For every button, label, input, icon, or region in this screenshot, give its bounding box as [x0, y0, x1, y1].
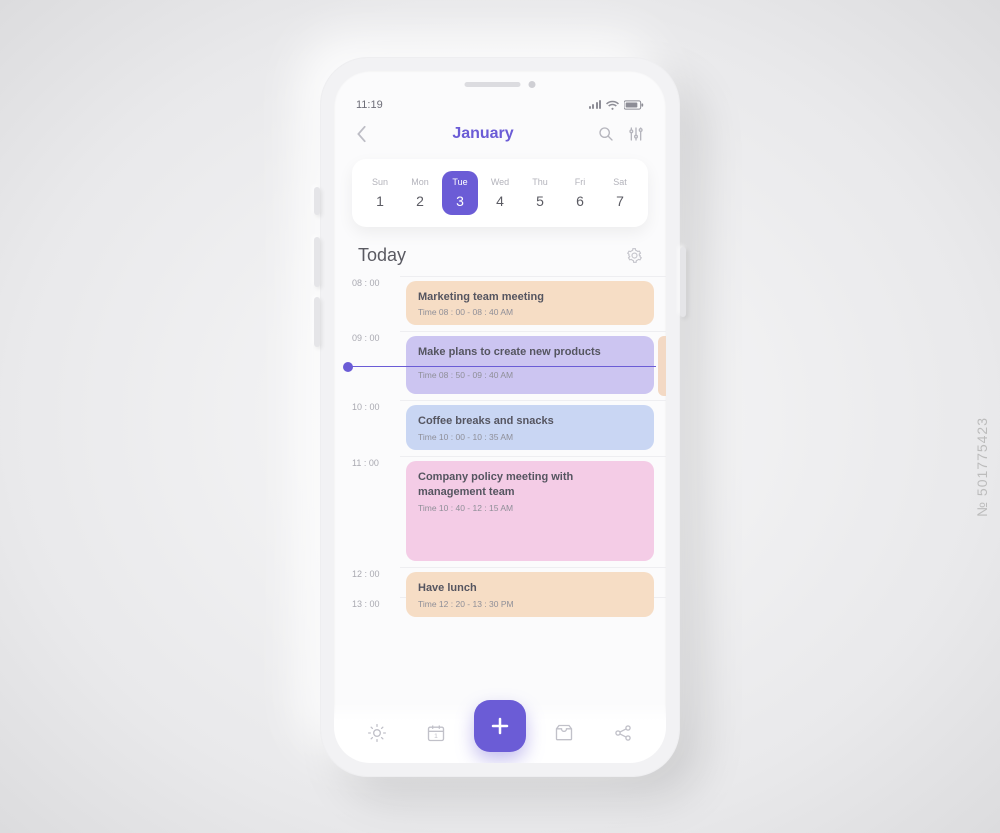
phone-volume-up	[314, 237, 320, 287]
time-label: 09 : 00	[352, 331, 400, 343]
battery-icon	[624, 100, 644, 110]
time-label: 11 : 00	[352, 456, 400, 468]
settings-button[interactable]	[627, 248, 642, 263]
section-header: Today	[334, 241, 666, 276]
wifi-icon	[606, 100, 619, 110]
section-title: Today	[358, 245, 406, 266]
front-camera	[529, 81, 536, 88]
nav-share-button[interactable]	[603, 723, 643, 743]
time-label: 08 : 00	[352, 276, 400, 288]
phone-mute-switch	[314, 187, 320, 215]
app-header: January	[334, 115, 666, 155]
current-time-indicator	[348, 366, 656, 368]
filter-button[interactable]	[628, 126, 644, 142]
event-time: Time 10 : 00 - 10 : 35 AM	[418, 432, 642, 442]
search-button[interactable]	[598, 126, 614, 142]
phone-power-button	[680, 247, 686, 317]
phone-volume-down	[314, 297, 320, 347]
month-title[interactable]: January	[452, 125, 513, 143]
event-title: Company policy meeting with management t…	[418, 470, 642, 500]
day-tue-selected[interactable]: Tue3	[442, 171, 478, 215]
time-label: 10 : 00	[352, 400, 400, 412]
day-sun[interactable]: Sun1	[362, 171, 398, 215]
speaker-grille	[465, 82, 521, 87]
overlapping-event-peek[interactable]	[658, 336, 666, 396]
screen: 11:19 January Sun1 Mon2	[334, 71, 666, 763]
event-time: Time 08 : 00 - 08 : 40 AM	[418, 307, 642, 317]
event-card[interactable]: Marketing team meeting Time 08 : 00 - 08…	[406, 281, 654, 326]
status-bar: 11:19	[334, 71, 666, 115]
day-thu[interactable]: Thu5	[522, 171, 558, 215]
cellular-signal-icon	[589, 100, 602, 109]
timeline[interactable]: 08 : 00 Marketing team meeting Time 08 :…	[334, 276, 666, 763]
hour-row-11: 11 : 00 Company policy meeting with mana…	[334, 456, 666, 567]
event-card[interactable]: Have lunch Time 12 : 20 - 13 : 30 PM	[406, 572, 654, 617]
phone-mockup-frame: 11:19 January Sun1 Mon2	[320, 57, 680, 777]
event-time: Time 08 : 50 - 09 : 40 AM	[418, 370, 642, 380]
event-title: Marketing team meeting	[418, 290, 642, 305]
phone-notch	[465, 81, 536, 88]
status-clock: 11:19	[356, 99, 383, 111]
event-time: Time 10 : 40 - 12 : 15 AM	[418, 503, 642, 513]
week-picker: Sun1 Mon2 Tue3 Wed4 Thu5 Fri6 Sat7	[352, 159, 648, 227]
nav-calendar-button[interactable]: 1	[416, 723, 456, 743]
hour-row-08: 08 : 00 Marketing team meeting Time 08 :…	[334, 276, 666, 332]
hour-row-13: 13 : 00 Have lunch Time 12 : 20 - 13 : 3…	[334, 597, 666, 649]
time-label: 13 : 00	[352, 597, 400, 609]
add-event-fab[interactable]	[474, 700, 526, 752]
day-wed[interactable]: Wed4	[482, 171, 518, 215]
time-label: 12 : 00	[352, 567, 400, 579]
event-card[interactable]: Coffee breaks and snacks Time 10 : 00 - …	[406, 405, 654, 450]
event-title: Make plans to create new products	[418, 345, 642, 360]
day-sat[interactable]: Sat7	[602, 171, 638, 215]
day-fri[interactable]: Fri6	[562, 171, 598, 215]
hour-row-09: 09 : 00 Make plans to create new product…	[334, 331, 666, 400]
nav-inbox-button[interactable]	[544, 723, 584, 743]
event-title: Coffee breaks and snacks	[418, 414, 642, 429]
stock-watermark: № 501775423	[974, 417, 990, 517]
day-mon[interactable]: Mon2	[402, 171, 438, 215]
event-title: Have lunch	[418, 581, 642, 596]
bottom-nav: 1	[334, 703, 666, 763]
back-button[interactable]	[356, 125, 368, 143]
event-card[interactable]: Company policy meeting with management t…	[406, 461, 654, 561]
svg-text:1: 1	[434, 733, 438, 740]
hour-row-10: 10 : 00 Coffee breaks and snacks Time 10…	[334, 400, 666, 456]
event-time: Time 12 : 20 - 13 : 30 PM	[418, 599, 642, 609]
nav-brightness-button[interactable]	[357, 723, 397, 743]
plus-icon	[488, 714, 512, 738]
